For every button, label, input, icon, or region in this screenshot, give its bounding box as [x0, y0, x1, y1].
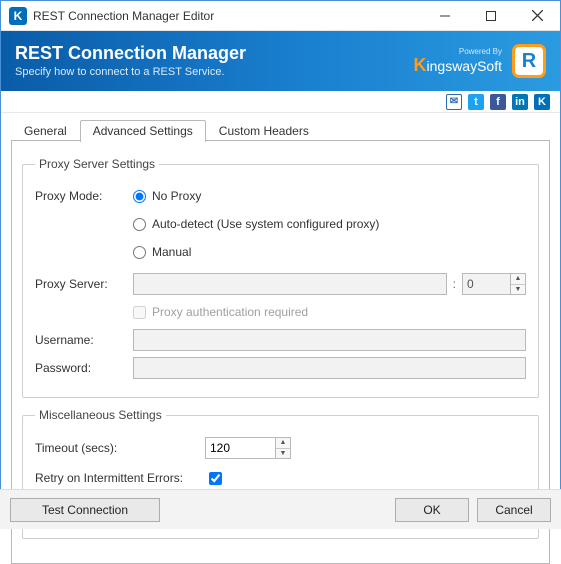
- proxy-username-input: [133, 329, 526, 351]
- proxy-mode-no-proxy[interactable]: No Proxy: [133, 189, 201, 203]
- minimize-button[interactable]: [422, 1, 468, 31]
- header-banner: REST Connection Manager Specify how to c…: [1, 31, 560, 91]
- spin-up-icon: ▲: [511, 274, 525, 285]
- social-row: ✉ t f in K: [1, 91, 560, 113]
- facebook-icon[interactable]: f: [490, 94, 506, 110]
- dialog-footer: Test Connection OK Cancel: [0, 489, 561, 529]
- cancel-button[interactable]: Cancel: [477, 498, 551, 522]
- close-button[interactable]: [514, 1, 560, 31]
- tab-advanced-settings[interactable]: Advanced Settings: [80, 120, 206, 142]
- twitter-icon[interactable]: t: [468, 94, 484, 110]
- proxy-port-separator: :: [453, 277, 456, 291]
- kingsway-icon[interactable]: K: [534, 94, 550, 110]
- proxy-port-stepper: ▲▼: [462, 273, 526, 295]
- proxy-auth-required-checkbox: [133, 306, 146, 319]
- spin-up-icon[interactable]: ▲: [276, 438, 290, 449]
- proxy-mode-manual[interactable]: Manual: [133, 245, 191, 259]
- tab-general[interactable]: General: [11, 120, 80, 142]
- spin-down-icon: ▼: [511, 285, 525, 295]
- linkedin-icon[interactable]: in: [512, 94, 528, 110]
- banner-title: REST Connection Manager: [15, 44, 246, 63]
- proxy-password-label: Password:: [35, 361, 133, 375]
- ok-button[interactable]: OK: [395, 498, 469, 522]
- proxy-server-settings-group: Proxy Server Settings Proxy Mode: No Pro…: [22, 157, 539, 398]
- tab-custom-headers[interactable]: Custom Headers: [206, 120, 322, 142]
- kingswaysoft-logo: Powered By KingswaySoft: [414, 48, 502, 75]
- titlebar: K REST Connection Manager Editor: [1, 1, 560, 31]
- maximize-button[interactable]: [468, 1, 514, 31]
- retry-label: Retry on Intermittent Errors:: [35, 471, 205, 485]
- misc-legend: Miscellaneous Settings: [35, 408, 166, 422]
- proxy-mode-manual-radio[interactable]: [133, 246, 146, 259]
- spin-down-icon[interactable]: ▼: [276, 449, 290, 459]
- window-title: REST Connection Manager Editor: [33, 9, 422, 23]
- timeout-input[interactable]: [205, 437, 275, 459]
- proxy-port-input: [462, 273, 510, 295]
- proxy-mode-label: Proxy Mode:: [35, 189, 133, 203]
- mail-icon[interactable]: ✉: [446, 94, 462, 110]
- banner-subtitle: Specify how to connect to a REST Service…: [15, 66, 246, 78]
- timeout-label: Timeout (secs):: [35, 441, 205, 455]
- proxy-server-input: [133, 273, 447, 295]
- retry-checkbox[interactable]: [209, 472, 222, 485]
- tab-bar: General Advanced Settings Custom Headers: [11, 117, 550, 141]
- proxy-mode-auto-detect[interactable]: Auto-detect (Use system configured proxy…: [133, 217, 379, 231]
- test-connection-button[interactable]: Test Connection: [10, 498, 160, 522]
- proxy-legend: Proxy Server Settings: [35, 157, 159, 171]
- proxy-username-label: Username:: [35, 333, 133, 347]
- proxy-mode-auto-radio[interactable]: [133, 218, 146, 231]
- rest-badge-icon: R: [512, 44, 546, 78]
- proxy-auth-required: Proxy authentication required: [133, 305, 308, 319]
- proxy-mode-no-proxy-radio[interactable]: [133, 190, 146, 203]
- proxy-password-input: [133, 357, 526, 379]
- timeout-stepper[interactable]: ▲▼: [205, 437, 291, 459]
- app-icon: K: [9, 7, 27, 25]
- proxy-server-label: Proxy Server:: [35, 277, 133, 291]
